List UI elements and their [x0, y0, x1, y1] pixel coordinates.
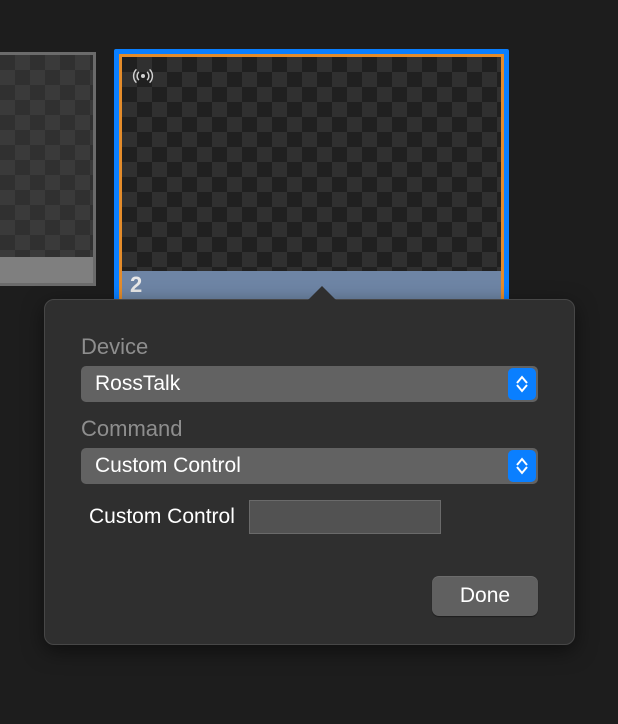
device-select[interactable]: RossTalk — [81, 366, 538, 402]
device-label: Device — [81, 334, 538, 360]
thumbnail-item[interactable] — [0, 52, 96, 286]
command-select-value: Custom Control — [95, 454, 241, 478]
settings-popover: Device RossTalk Command Custom Control C… — [44, 299, 575, 645]
custom-control-label: Custom Control — [89, 505, 235, 529]
command-label: Command — [81, 416, 538, 442]
device-select-value: RossTalk — [95, 372, 180, 396]
thumbnail-item-selected[interactable]: 2 — [114, 49, 509, 307]
updown-stepper-icon — [508, 450, 536, 482]
thumbnail-checker-area: 2 — [119, 54, 504, 302]
command-select[interactable]: Custom Control — [81, 448, 538, 484]
updown-stepper-icon — [508, 368, 536, 400]
popover-arrow — [307, 286, 337, 301]
done-button[interactable]: Done — [432, 576, 538, 616]
thumbnail-index-label: 2 — [130, 272, 142, 298]
custom-control-input[interactable] — [249, 500, 441, 534]
broadcast-icon — [132, 65, 154, 87]
